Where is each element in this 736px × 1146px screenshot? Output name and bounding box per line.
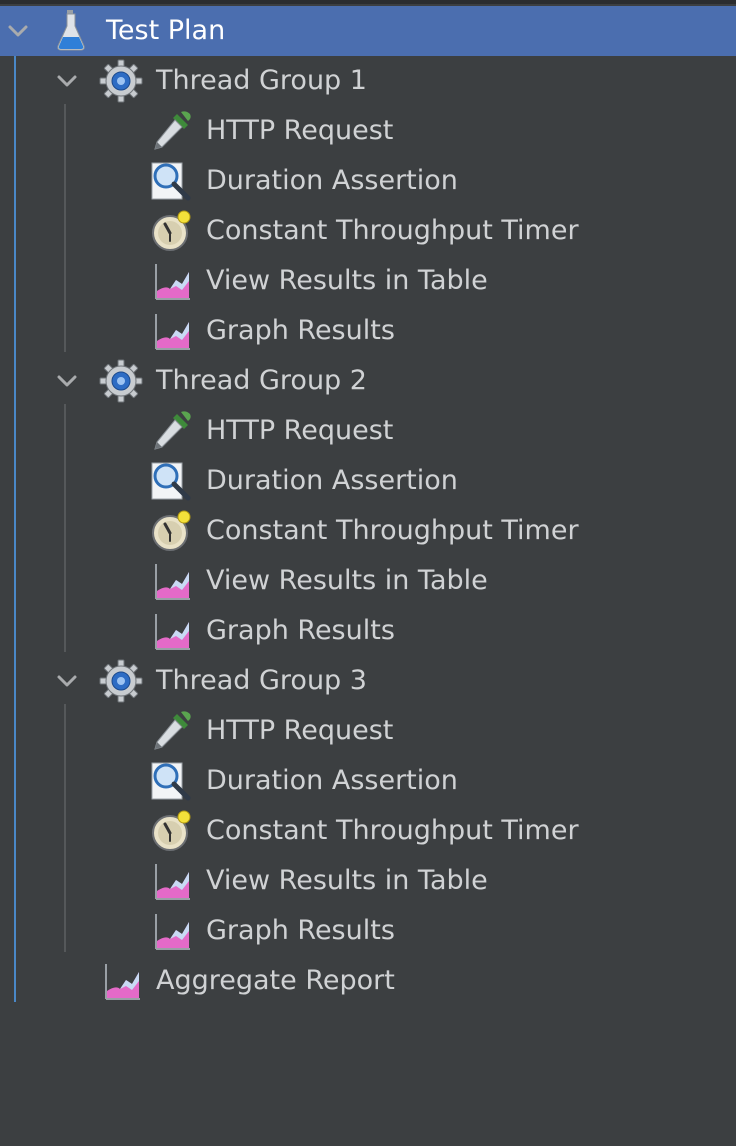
pipette-icon [148, 108, 194, 154]
chevron-down-icon[interactable] [55, 669, 79, 693]
tree-node-graph-results[interactable]: Graph Results [0, 906, 736, 956]
magnifier-assertion-icon [148, 758, 194, 804]
graph-listener-icon [148, 908, 194, 954]
tree-node-label: Constant Throughput Timer [206, 515, 579, 546]
tree-node-label: Thread Group 3 [156, 665, 367, 696]
stopwatch-icon [148, 508, 194, 554]
gear-icon [98, 658, 144, 704]
stopwatch-icon [148, 808, 194, 854]
chevron-down-icon[interactable] [6, 19, 30, 43]
tree-node-label: Constant Throughput Timer [206, 215, 579, 246]
tree-node-label: View Results in Table [206, 865, 488, 896]
test-plan-tree: Test Plan Thread Group 1 HTTP Request Du… [0, 0, 736, 1146]
tree-node-thread-group-3[interactable]: Thread Group 3 [0, 656, 736, 706]
tree-top-border [0, 0, 736, 4]
tree-node-label: Graph Results [206, 315, 395, 346]
chevron-down-icon[interactable] [55, 369, 79, 393]
graph-listener-icon [148, 558, 194, 604]
tree-node-label: Constant Throughput Timer [206, 815, 579, 846]
tree-node-label: Duration Assertion [206, 165, 458, 196]
tree-node-test-plan[interactable]: Test Plan [0, 6, 736, 56]
tree-node-thread-group-1[interactable]: Thread Group 1 [0, 56, 736, 106]
graph-listener-icon [148, 608, 194, 654]
graph-listener-icon [148, 308, 194, 354]
tree-node-thread-group-2[interactable]: Thread Group 2 [0, 356, 736, 406]
chevron-down-icon[interactable] [55, 69, 79, 93]
tree-node-label: View Results in Table [206, 265, 488, 296]
tree-node-label: Graph Results [206, 915, 395, 946]
tree-node-label: Duration Assertion [206, 765, 458, 796]
tree-node-label: Test Plan [106, 15, 226, 46]
pipette-icon [148, 408, 194, 454]
tree-node-view-results-in-table[interactable]: View Results in Table [0, 856, 736, 906]
gear-icon [98, 58, 144, 104]
tree-node-constant-throughput-timer[interactable]: Constant Throughput Timer [0, 806, 736, 856]
tree-node-label: Duration Assertion [206, 465, 458, 496]
magnifier-assertion-icon [148, 458, 194, 504]
tree-node-http-request[interactable]: HTTP Request [0, 406, 736, 456]
tree-node-label: HTTP Request [206, 115, 394, 146]
graph-listener-icon [148, 258, 194, 304]
tree-node-label: Graph Results [206, 615, 395, 646]
tree-node-label: View Results in Table [206, 565, 488, 596]
tree-node-duration-assertion[interactable]: Duration Assertion [0, 756, 736, 806]
tree-node-duration-assertion[interactable]: Duration Assertion [0, 156, 736, 206]
pipette-icon [148, 708, 194, 754]
graph-listener-icon [98, 958, 144, 1004]
tree-node-label: Thread Group 1 [156, 65, 367, 96]
tree-node-constant-throughput-timer[interactable]: Constant Throughput Timer [0, 506, 736, 556]
tree-node-constant-throughput-timer[interactable]: Constant Throughput Timer [0, 206, 736, 256]
tree-node-label: Aggregate Report [156, 965, 395, 996]
tree-node-label: HTTP Request [206, 415, 394, 446]
tree-node-duration-assertion[interactable]: Duration Assertion [0, 456, 736, 506]
tree-node-label: HTTP Request [206, 715, 394, 746]
tree-node-view-results-in-table[interactable]: View Results in Table [0, 256, 736, 306]
magnifier-assertion-icon [148, 158, 194, 204]
tree-node-aggregate-report[interactable]: Aggregate Report [0, 956, 736, 1006]
test-plan-flask-icon [48, 8, 94, 54]
tree-node-view-results-in-table[interactable]: View Results in Table [0, 556, 736, 606]
tree-node-http-request[interactable]: HTTP Request [0, 706, 736, 756]
tree-node-graph-results[interactable]: Graph Results [0, 306, 736, 356]
stopwatch-icon [148, 208, 194, 254]
graph-listener-icon [148, 858, 194, 904]
tree-node-label: Thread Group 2 [156, 365, 367, 396]
gear-icon [98, 358, 144, 404]
tree-node-graph-results[interactable]: Graph Results [0, 606, 736, 656]
tree-node-http-request[interactable]: HTTP Request [0, 106, 736, 156]
